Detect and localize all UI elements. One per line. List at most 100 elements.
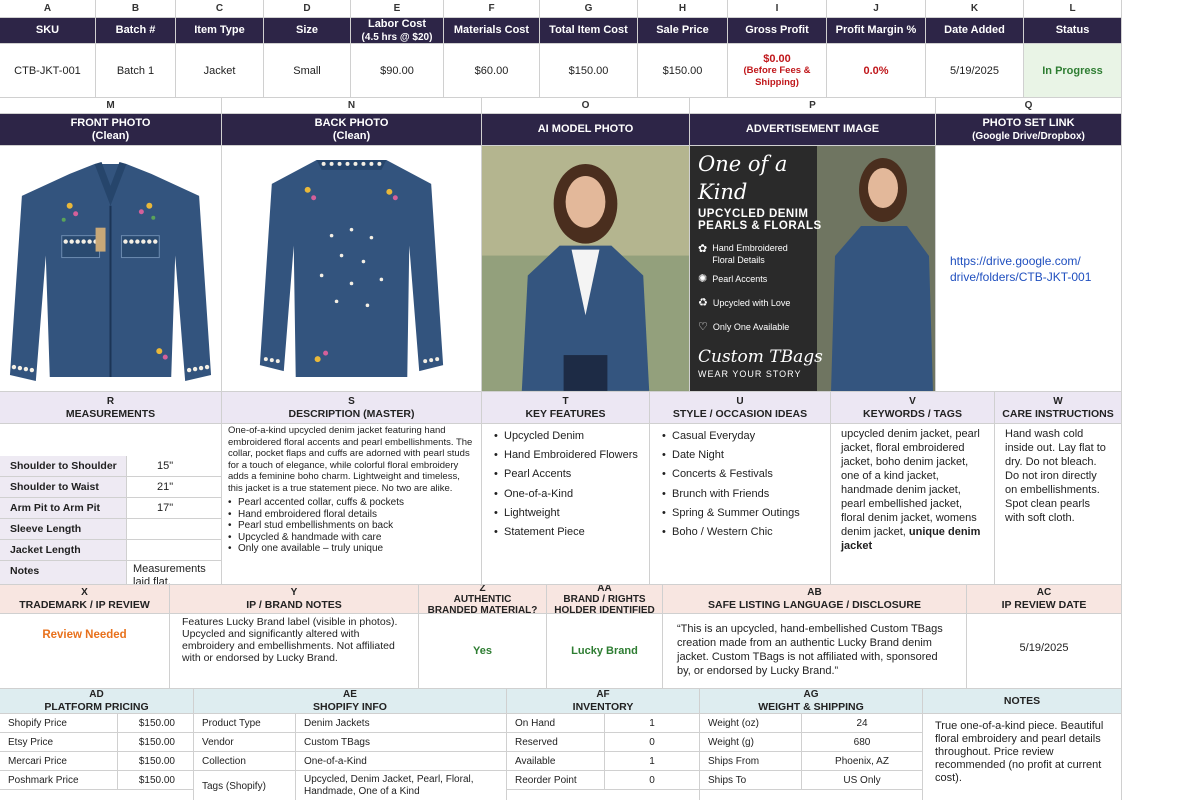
style-ideas-cell[interactable]: Casual Everyday Date Night Concerts & Fe… [650, 424, 831, 585]
ip-review-date[interactable]: 5/19/2025 [967, 614, 1122, 689]
cell-batch[interactable]: Batch 1 [96, 44, 176, 98]
front-photo[interactable] [0, 146, 222, 392]
header-platform-pricing[interactable]: AD PLATFORM PRICING [0, 689, 194, 714]
ad-feature: ♡ Only One Available [698, 321, 790, 333]
table-row[interactable]: Weight (oz) 24 [700, 714, 922, 733]
header-labor-cost[interactable]: Labor Cost (4.5 hrs @ $20) [351, 18, 444, 44]
cell-materials-cost[interactable]: $60.00 [444, 44, 540, 98]
header-notes[interactable]: NOTES [923, 689, 1122, 714]
list-item: Brunch with Friends [662, 485, 830, 504]
list-item: Pearl accented collar, cuffs & pockets [228, 497, 475, 509]
table-row[interactable]: On Hand 1 [507, 714, 699, 733]
measurement-row[interactable]: Shoulder to Waist 21" [0, 477, 221, 498]
header-description[interactable]: S DESCRIPTION (MASTER) [222, 392, 482, 424]
advertisement-image[interactable]: One of a Kind UPCYCLED DENIM PEARLS & FL… [690, 146, 936, 392]
col-letter: H [638, 0, 728, 18]
back-photo[interactable] [222, 146, 482, 392]
table-row[interactable]: Available 1 [507, 752, 699, 771]
header-total-cost[interactable]: Total Item Cost [540, 18, 638, 44]
photo-set-link[interactable]: https://drive.google.com/ drive/folders/… [936, 146, 1122, 392]
keywords-cell[interactable]: upcycled denim jacket, pearl jacket, flo… [831, 424, 995, 585]
header-item-type[interactable]: Item Type [176, 18, 264, 44]
table-row[interactable]: Etsy Price $150.00 [0, 733, 193, 752]
care-cell[interactable]: Hand wash cold inside out. Lay flat to d… [995, 424, 1122, 585]
table-row[interactable]: Poshmark Price $150.00 [0, 771, 193, 790]
cell-labor-cost[interactable]: $90.00 [351, 44, 444, 98]
header-authentic[interactable]: Z AUTHENTIC BRANDED MATERIAL? [419, 585, 547, 614]
cell-sku[interactable]: CTB-JKT-001 [0, 44, 96, 98]
cell-total-cost[interactable]: $150.00 [540, 44, 638, 98]
col-letter: N [222, 98, 482, 114]
brand-notes[interactable]: Features Lucky Brand label (visible in p… [170, 614, 419, 689]
heart-icon: ♡ [698, 321, 708, 333]
table-row[interactable]: Reorder Point 0 [507, 771, 699, 790]
header-ip-review-date[interactable]: AC IP REVIEW DATE [967, 585, 1122, 614]
header-key-features[interactable]: T KEY FEATURES [482, 392, 650, 424]
list-item: Boho / Western Chic [662, 523, 830, 542]
header-sku[interactable]: SKU [0, 18, 96, 44]
measurement-notes[interactable]: Notes Measurements laid flat. [0, 561, 221, 584]
header-advertisement-image[interactable]: ADVERTISEMENT IMAGE [690, 114, 936, 146]
description-bullets: Pearl accented collar, cuffs & pockets H… [228, 497, 475, 555]
table-row[interactable]: Reserved 0 [507, 733, 699, 752]
key-features-cell[interactable]: Upcycled Denim Hand Embroidered Flowers … [482, 424, 650, 585]
description-text: One-of-a-kind upcycled denim jacket feat… [228, 425, 473, 494]
measurement-row[interactable]: Shoulder to Shoulder 15" [0, 456, 221, 477]
header-size[interactable]: Size [264, 18, 351, 44]
header-measurements[interactable]: R MEASUREMENTS [0, 392, 222, 424]
cell-date-added[interactable]: 5/19/2025 [926, 44, 1024, 98]
cell-item-type[interactable]: Jacket [176, 44, 264, 98]
measurement-row[interactable]: Sleeve Length [0, 519, 221, 540]
table-row[interactable]: Collection One-of-a-Kind [194, 752, 506, 771]
header-trademark-review[interactable]: X TRADEMARK / IP REVIEW [0, 585, 170, 614]
header-shopify-info[interactable]: AE SHOPIFY INFO [194, 689, 507, 714]
header-keywords[interactable]: V KEYWORDS / TAGS [831, 392, 995, 424]
header-weight-shipping[interactable]: AG WEIGHT & SHIPPING [700, 689, 923, 714]
header-disclosure[interactable]: AB SAFE LISTING LANGUAGE / DISCLOSURE [663, 585, 967, 614]
header-care[interactable]: W CARE INSTRUCTIONS [995, 392, 1122, 424]
header-batch[interactable]: Batch # [96, 18, 176, 44]
table-row[interactable]: Shopify Price $150.00 [0, 714, 193, 733]
header-rights-holder[interactable]: AA BRAND / RIGHTS HOLDER IDENTIFIED [547, 585, 663, 614]
disclosure-text[interactable]: “This is an upcycled, hand-embellished C… [663, 614, 967, 689]
table-row[interactable]: Product Type Denim Jackets [194, 714, 506, 733]
header-status[interactable]: Status [1024, 18, 1122, 44]
table-row[interactable]: Weight (g) 680 [700, 733, 922, 752]
header-sale-price[interactable]: Sale Price [638, 18, 728, 44]
header-profit-margin[interactable]: Profit Margin % [827, 18, 926, 44]
review-status[interactable]: Review Needed [0, 614, 170, 689]
header-inventory[interactable]: AF INVENTORY [507, 689, 700, 714]
col-letter: L [1024, 0, 1122, 18]
ad-model-area [817, 146, 935, 391]
header-materials-cost[interactable]: Materials Cost [444, 18, 540, 44]
notes-cell[interactable]: True one-of-a-kind piece. Beautiful flor… [923, 714, 1122, 800]
authentic-value[interactable]: Yes [419, 614, 547, 689]
header-ai-model-photo[interactable]: AI MODEL PHOTO [482, 114, 690, 146]
header-back-photo[interactable]: BACK PHOTO (Clean) [222, 114, 482, 146]
header-front-photo[interactable]: FRONT PHOTO (Clean) [0, 114, 222, 146]
cell-status[interactable]: In Progress [1024, 44, 1122, 98]
col-letter: B [96, 0, 176, 18]
cell-sale-price[interactable]: $150.00 [638, 44, 728, 98]
list-item: One-of-a-Kind [494, 485, 649, 504]
measurement-row[interactable]: Jacket Length [0, 540, 221, 561]
header-style-ideas[interactable]: U STYLE / OCCASION IDEAS [650, 392, 831, 424]
cell-size[interactable]: Small [264, 44, 351, 98]
header-date-added[interactable]: Date Added [926, 18, 1024, 44]
table-row[interactable]: Ships To US Only [700, 771, 922, 790]
table-row[interactable]: Mercari Price $150.00 [0, 752, 193, 771]
rights-holder-value[interactable]: Lucky Brand [547, 614, 663, 689]
ai-model-photo[interactable] [482, 146, 690, 392]
ad-title: One of a Kind [698, 152, 788, 204]
header-ip-notes[interactable]: Y IP / BRAND NOTES [170, 585, 419, 614]
table-row[interactable]: Tags (Shopify) Upcycled, Denim Jacket, Pe… [194, 771, 506, 800]
table-row[interactable]: Ships From Phoenix, AZ [700, 752, 922, 771]
cell-gross-profit[interactable]: $0.00 (Before Fees & Shipping) [728, 44, 827, 98]
col-letter: F [444, 0, 540, 18]
description-cell[interactable]: One-of-a-kind upcycled denim jacket feat… [222, 422, 482, 585]
table-row[interactable]: Vendor Custom TBags [194, 733, 506, 752]
header-gross-profit[interactable]: Gross Profit [728, 18, 827, 44]
measurement-row[interactable]: Arm Pit to Arm Pit 17" [0, 498, 221, 519]
cell-profit-margin[interactable]: 0.0% [827, 44, 926, 98]
header-photo-set-link[interactable]: PHOTO SET LINK (Google Drive/Dropbox) [936, 114, 1122, 146]
